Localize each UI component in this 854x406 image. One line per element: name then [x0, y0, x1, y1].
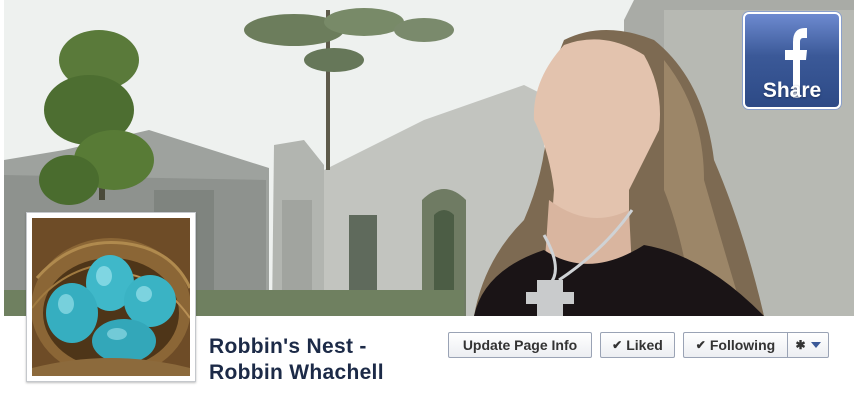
caret-down-icon: [810, 342, 821, 348]
check-icon: ✔: [612, 338, 623, 352]
page-settings-dropdown-button[interactable]: ✱: [787, 332, 829, 358]
following-button[interactable]: ✔ Following: [683, 332, 787, 358]
gear-icon: ✱: [795, 338, 806, 352]
profile-picture[interactable]: [26, 212, 196, 382]
check-icon: ✔: [695, 338, 706, 352]
page-title: Robbin's Nest - Robbin Whachell: [209, 334, 439, 386]
page-title-line1: Robbin's Nest -: [209, 335, 367, 358]
share-label: Share: [762, 79, 822, 102]
liked-button[interactable]: ✔ Liked: [600, 332, 675, 358]
following-label: Following: [709, 337, 776, 353]
update-page-info-label: Update Page Info: [462, 337, 578, 353]
profile-picture-image: [32, 218, 190, 376]
liked-label: Liked: [626, 337, 663, 353]
update-page-info-button[interactable]: Update Page Info: [448, 332, 592, 358]
facebook-share-badge[interactable]: Share: [743, 12, 841, 109]
page-title-line2: Robbin Whachell: [209, 361, 384, 384]
